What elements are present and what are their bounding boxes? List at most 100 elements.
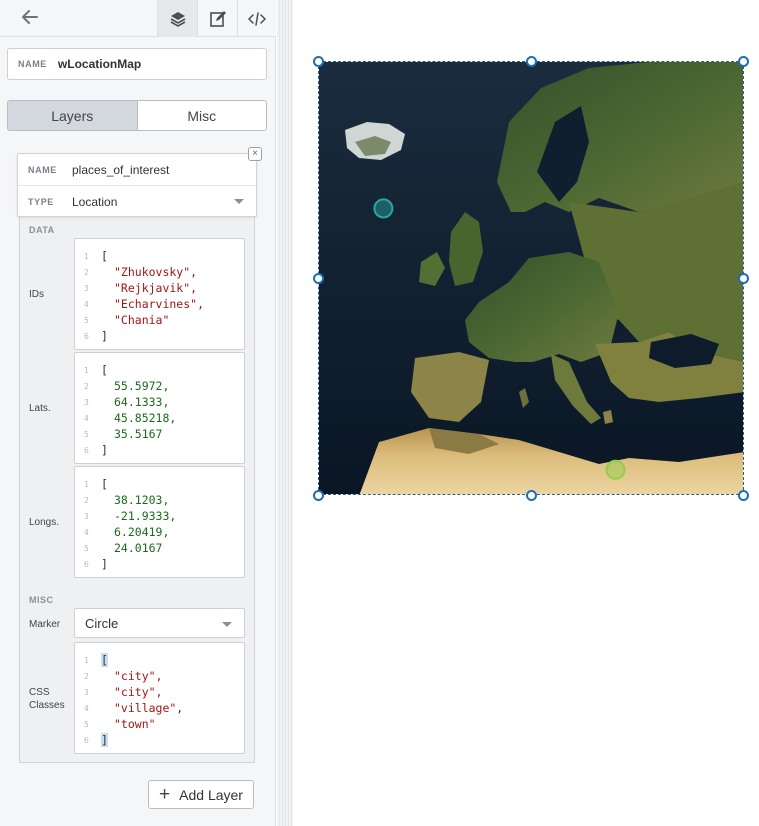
properties-panel: NAME wLocationMap Layers Misc NAME place… [0, 0, 276, 826]
panel-toolbar [0, 0, 276, 37]
panel-resize-divider[interactable] [277, 0, 293, 826]
lats-code-editor[interactable]: 1[ 2 55.5972, 3 64.1333, 4 45.85218, 5 35.51… [74, 352, 245, 464]
tab-layers[interactable]: Layers [8, 101, 138, 130]
line-number: 3 [84, 397, 89, 407]
code-line: 5 35.5167 [75, 426, 244, 442]
layer-type-label: TYPE [28, 196, 54, 207]
resize-handle-bottom-left[interactable] [313, 490, 324, 501]
lats-label: Lats. [29, 403, 51, 414]
line-number: 4 [84, 527, 89, 537]
code-line: 4 "village", [75, 700, 244, 716]
ids-label: IDs [29, 289, 44, 300]
long-value: 38.1203, [114, 493, 170, 507]
line-number: 5 [84, 429, 89, 439]
line-number: 6 [84, 735, 89, 745]
code-line: 3 64.1333, [75, 394, 244, 410]
line-number: 1 [84, 251, 89, 261]
resize-handle-top[interactable] [526, 56, 537, 67]
css-classes-label: CSS Classes [29, 686, 65, 712]
code-line: 1[ [75, 248, 244, 264]
code-line: 5 "Chania" [75, 312, 244, 328]
data-section-label: DATA [29, 225, 55, 235]
resize-handle-right[interactable] [738, 273, 749, 284]
lat-value: 55.5972, [114, 379, 170, 393]
resize-handle-left[interactable] [313, 273, 324, 284]
code-line: 5 "town" [75, 716, 244, 732]
code-line: 6] [75, 732, 244, 748]
chevron-down-icon [222, 622, 232, 627]
layer-name-value: places_of_interest [72, 163, 170, 177]
line-number: 6 [84, 559, 89, 569]
layers-icon[interactable] [157, 0, 197, 37]
layer-type-select[interactable]: TYPE Location [18, 186, 256, 217]
line-number: 2 [84, 381, 89, 391]
code-bracket: ] [101, 557, 108, 571]
line-number: 2 [84, 267, 89, 277]
line-number: 5 [84, 315, 89, 325]
line-number: 3 [84, 283, 89, 293]
resize-handle-top-left[interactable] [313, 56, 324, 67]
line-number: 1 [84, 655, 89, 665]
css-label-line: CSS [29, 687, 50, 698]
css-class-value: "town" [114, 717, 156, 731]
resize-handle-bottom[interactable] [526, 490, 537, 501]
code-bracket: [ [101, 477, 108, 491]
line-number: 2 [84, 495, 89, 505]
line-number: 2 [84, 671, 89, 681]
code-line: 1[ [75, 476, 244, 492]
map-marker-rejkjavik[interactable] [373, 198, 394, 219]
add-layer-button[interactable]: + Add Layer [148, 780, 254, 809]
back-arrow-icon[interactable] [18, 8, 42, 28]
css-class-value: "city", [114, 685, 163, 699]
widget-name-field[interactable]: NAME wLocationMap [7, 48, 267, 80]
panel-tabs: Layers Misc [7, 100, 267, 131]
code-line: 3 "Rejkjavik", [75, 280, 244, 296]
code-line: 6] [75, 556, 244, 572]
code-line: 2 "city", [75, 668, 244, 684]
layer-type-value: Location [72, 194, 118, 209]
line-number: 1 [84, 479, 89, 489]
marker-select[interactable]: Circle [74, 608, 245, 638]
ids-code-editor[interactable]: 1[ 2 "Zhukovsky", 3 "Rejkjavik", 4 "Echarvi… [74, 238, 245, 350]
edit-icon[interactable] [197, 0, 237, 37]
marker-value: Circle [85, 615, 119, 631]
misc-section-label: MISC [29, 595, 54, 605]
resize-handle-top-right[interactable] [738, 56, 749, 67]
css-classes-code-editor[interactable]: 1[ 2 "city", 3 "city", 4 "village", 5 "town"… [74, 642, 245, 754]
marker-layer [373, 198, 626, 480]
id-value: "Zhukovsky", [114, 265, 198, 279]
add-layer-label: Add Layer [179, 786, 243, 803]
line-number: 5 [84, 719, 89, 729]
code-line: 3 -21.9333, [75, 508, 244, 524]
tab-misc[interactable]: Misc [138, 101, 267, 130]
lat-value: 64.1333, [114, 395, 170, 409]
code-icon[interactable] [237, 0, 276, 37]
layer-header: NAME places_of_interest TYPE Location [17, 153, 257, 217]
close-icon[interactable]: × [248, 147, 262, 161]
location-map-widget[interactable] [318, 61, 744, 495]
css-label-line: Classes [29, 700, 65, 711]
line-number: 6 [84, 445, 89, 455]
chevron-down-icon [234, 199, 244, 204]
id-value: "Chania" [114, 313, 170, 327]
resize-handle-bottom-right[interactable] [738, 490, 749, 501]
longs-code-editor[interactable]: 1[ 2 38.1203, 3 -21.9333, 4 6.20419, 5 24.01… [74, 466, 245, 578]
longs-label: Longs. [29, 517, 60, 528]
code-line: 5 24.0167 [75, 540, 244, 556]
line-number: 4 [84, 703, 89, 713]
lat-value: 35.5167 [114, 427, 163, 441]
long-value: -21.9333, [114, 509, 177, 523]
code-line: 4 45.85218, [75, 410, 244, 426]
id-value: "Rejkjavik", [114, 281, 198, 295]
long-value: 24.0167 [114, 541, 163, 555]
code-line: 1[ [75, 652, 244, 668]
code-line: 4 "Echarvines", [75, 296, 244, 312]
layer-name-label: NAME [28, 165, 57, 175]
map-marker-echarvines[interactable] [605, 459, 626, 480]
layer-name-field[interactable]: NAME places_of_interest [18, 155, 256, 186]
code-bracket: ] [101, 443, 108, 457]
code-line: 3 "city", [75, 684, 244, 700]
line-number: 5 [84, 543, 89, 553]
id-value: "Echarvines", [114, 297, 205, 311]
line-number: 4 [84, 299, 89, 309]
